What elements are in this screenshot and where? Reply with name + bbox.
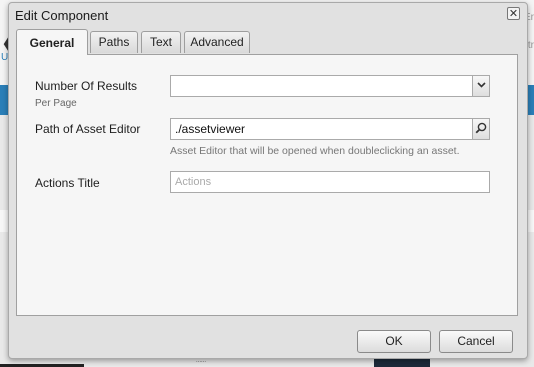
actions-title-input[interactable]: Actions [170,171,490,193]
asset-editor-field[interactable]: ./assetviewer [170,118,490,140]
tab-advanced[interactable]: Advanced [184,31,250,53]
close-icon[interactable]: ✕ [507,7,520,20]
tab-paths[interactable]: Paths [90,31,138,53]
cancel-button[interactable]: Cancel [439,330,513,353]
tab-text[interactable]: Text [141,31,181,53]
results-sublabel: Per Page [35,98,77,109]
background-thumbnail [374,358,430,367]
asset-editor-help: Asset Editor that will be opened when do… [170,145,460,157]
general-panel: Number Of Results Per Page Path of Asset… [16,54,518,316]
results-select[interactable] [170,75,490,97]
background-right-text-2: tr [527,40,534,51]
edit-component-dialog: Edit Component ✕ General Paths Text Adva… [8,2,528,359]
chevron-down-icon[interactable] [472,76,489,96]
dialog-title: Edit Component [15,8,109,23]
asset-editor-value: ./assetviewer [175,122,246,136]
tab-general[interactable]: General [16,29,88,55]
actions-title-label: Actions Title [35,176,100,190]
asset-editor-label: Path of Asset Editor [35,122,141,136]
search-icon[interactable] [472,119,489,139]
ok-button[interactable]: OK [357,330,431,353]
results-label: Number Of Results [35,79,138,93]
